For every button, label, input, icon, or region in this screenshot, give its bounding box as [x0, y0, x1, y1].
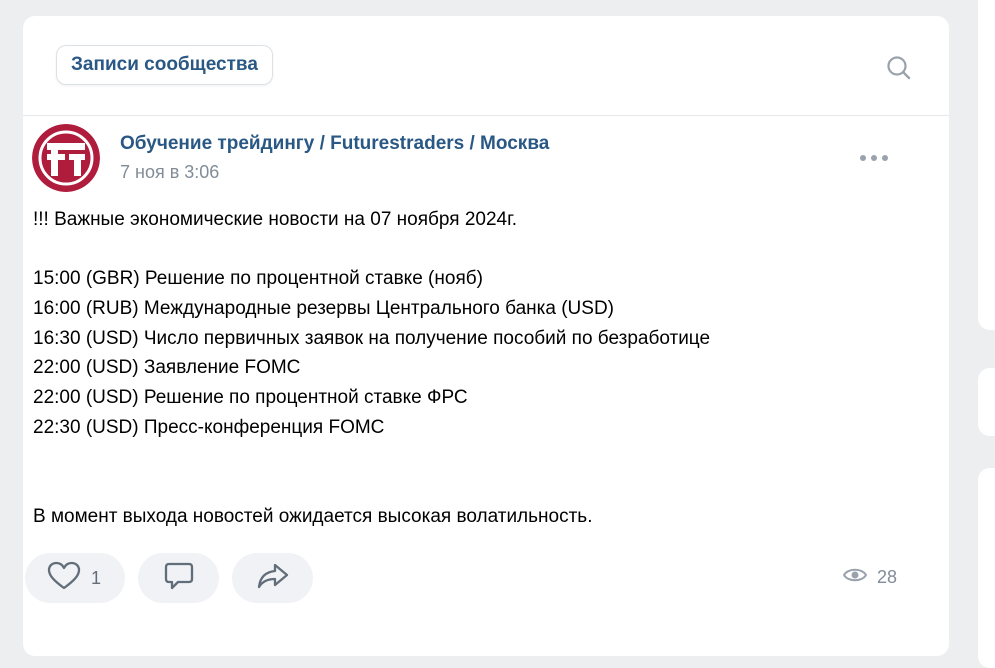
comment-icon: [163, 561, 195, 596]
tab-community-posts[interactable]: Записи сообщества: [56, 45, 273, 85]
community-avatar[interactable]: [32, 124, 100, 192]
wall-header: Записи сообщества: [23, 16, 949, 116]
share-arrow-icon: [256, 561, 290, 596]
post-more-button[interactable]: [854, 146, 894, 170]
post-date-link[interactable]: 7 ноя в 3:06: [120, 162, 219, 183]
post-text-line: 22:00 (USD) Заявление FOMC: [33, 357, 301, 379]
post-text-line: 22:30 (USD) Пресс-конференция FOMC: [33, 416, 385, 438]
post-header: Обучение трейдингу / Futurestraders / Мо…: [32, 124, 892, 194]
eye-icon: [842, 567, 868, 588]
post-text-line: 16:30 (USD) Число первичных заявок на по…: [33, 327, 711, 349]
comment-button[interactable]: [138, 553, 219, 603]
side-panel-bottom: [978, 468, 995, 668]
post-actions-bar: 1 28: [25, 553, 905, 603]
post-text-line: 22:00 (USD) Решение по процентной ставке…: [33, 387, 468, 409]
post-text: !!! Важные экономические новости на 07 н…: [33, 205, 903, 532]
share-button[interactable]: [232, 553, 313, 603]
post-text-line: [33, 235, 903, 265]
post-text-line: 16:00 (RUB) Международные резервы Центра…: [33, 298, 615, 320]
post-text-line: [33, 472, 903, 502]
side-panel-top: [978, 0, 995, 330]
post-text-line: В момент выхода новостей ожидается высок…: [33, 505, 593, 527]
side-panel-middle: [978, 368, 995, 436]
post-text-line: [33, 443, 903, 473]
search-icon: [886, 55, 912, 86]
futurestraders-logo: [32, 124, 100, 192]
tab-community-posts-label: Записи сообщества: [71, 54, 258, 75]
more-dots-icon: [859, 149, 889, 167]
search-button[interactable]: [881, 52, 917, 88]
post-text-line: !!! Важные экономические новости на 07 н…: [33, 209, 517, 230]
post-author-link[interactable]: Обучение трейдингу / Futurestraders / Мо…: [120, 133, 549, 155]
heart-icon: [47, 561, 81, 596]
like-button[interactable]: 1: [25, 553, 125, 603]
views-count: 28: [876, 567, 897, 587]
views-counter: 28: [842, 567, 897, 588]
post-text-line: 15:00 (GBR) Решение по процентной ставке…: [33, 268, 483, 290]
like-count: 1: [91, 567, 102, 588]
